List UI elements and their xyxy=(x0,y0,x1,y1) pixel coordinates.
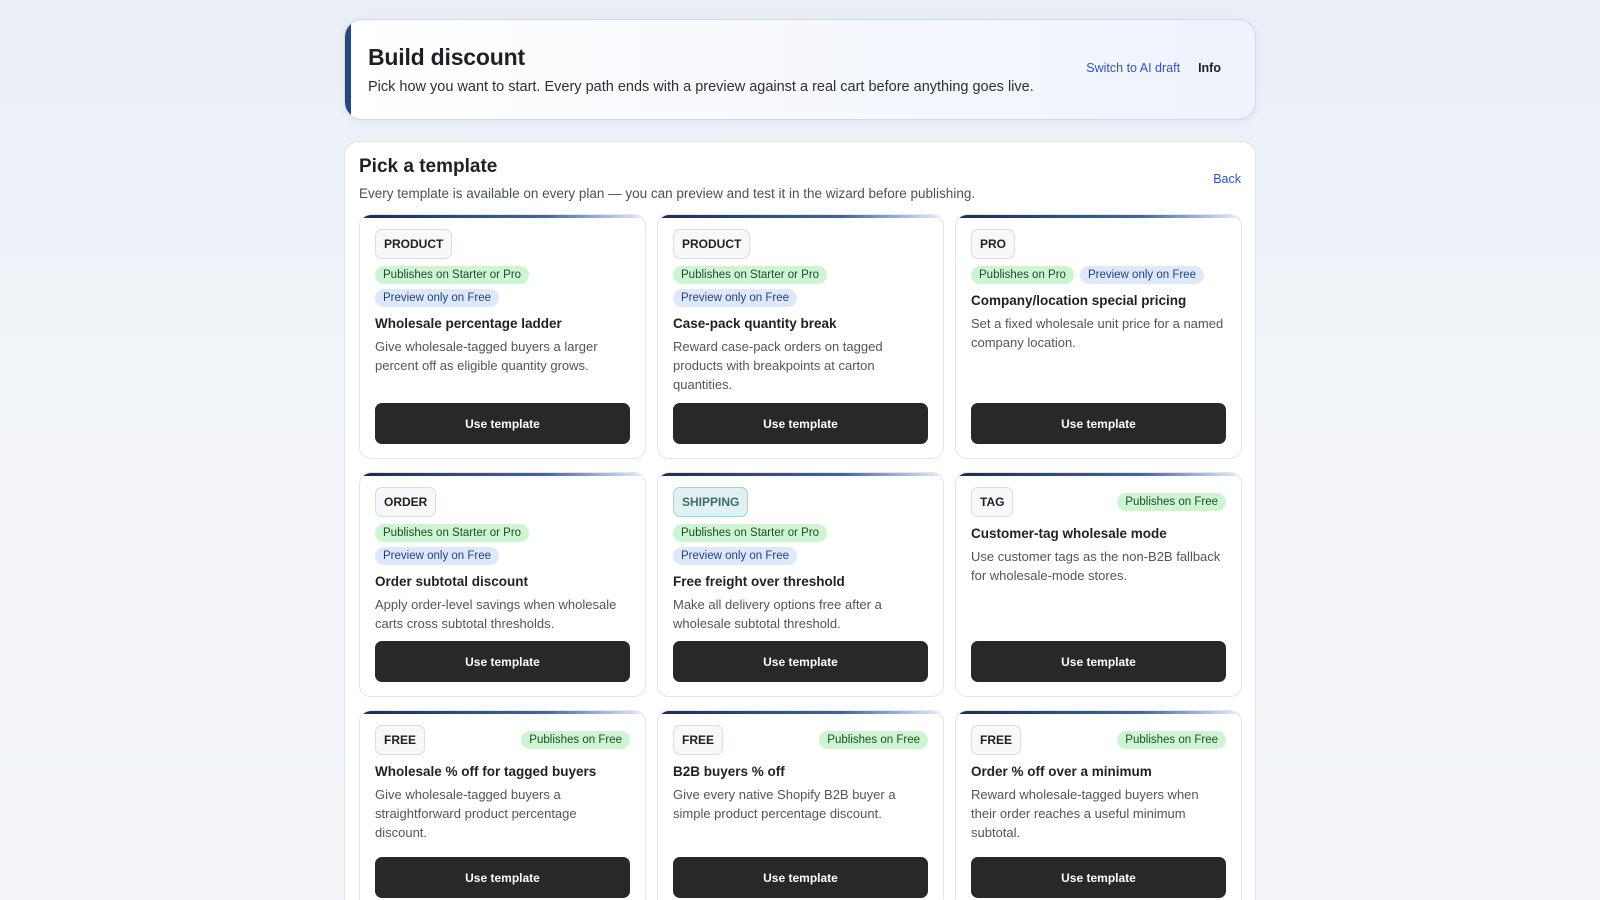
template-description: Give wholesale-tagged buyers a larger pe… xyxy=(375,339,598,373)
template-description: Reward case-pack orders on tagged produc… xyxy=(673,339,883,392)
use-template-button[interactable]: Use template xyxy=(673,403,928,444)
template-title: Order % off over a minimum xyxy=(971,764,1152,779)
plan-chip: Publishes on Starter or Pro xyxy=(673,266,828,284)
preview-chip: Preview only on Free xyxy=(375,547,500,565)
template-description: Reward wholesale-tagged buyers when thei… xyxy=(971,787,1199,840)
template-description: Use customer tags as the non-B2B fallbac… xyxy=(971,549,1221,583)
template-card-free-freight-over-threshold: SHIPPING Publishes on Starter or Pro Pre… xyxy=(657,472,944,697)
panel-subtitle: Every template is available on every pla… xyxy=(359,186,976,201)
plan-chip: Publishes on Free xyxy=(819,731,928,749)
switch-to-ai-draft-link[interactable]: Switch to AI draft xyxy=(1086,61,1180,75)
template-card-company-location-special-pricing: PRO Publishes on Pro Preview only on Fre… xyxy=(955,214,1242,459)
category-badge: ORDER xyxy=(375,487,437,517)
use-template-button[interactable]: Use template xyxy=(375,641,630,682)
template-title: Company/location special pricing xyxy=(971,293,1187,308)
template-card-customer-tag-wholesale-mode: TAG Publishes on Free Customer-tag whole… xyxy=(955,472,1242,697)
use-template-button[interactable]: Use template xyxy=(971,641,1226,682)
template-description: Give wholesale-tagged buyers a straightf… xyxy=(375,787,577,840)
plan-chip: Publishes on Free xyxy=(521,731,630,749)
category-badge: PRODUCT xyxy=(673,229,751,259)
page-subtitle: Pick how you want to start. Every path e… xyxy=(368,79,1034,95)
template-title: Customer-tag wholesale mode xyxy=(971,526,1167,541)
use-template-button[interactable]: Use template xyxy=(375,857,630,898)
header-card: Build discount Pick how you want to star… xyxy=(344,19,1256,120)
plan-chip: Publishes on Free xyxy=(1117,493,1226,511)
panel-title: Pick a template xyxy=(359,156,498,177)
preview-chip: Preview only on Free xyxy=(673,547,798,565)
template-title: Case-pack quantity break xyxy=(673,316,837,331)
preview-chip: Preview only on Free xyxy=(1079,266,1204,284)
info-button[interactable]: Info xyxy=(1198,61,1221,75)
template-card-case-pack-quantity-break: PRODUCT Publishes on Starter or Pro Prev… xyxy=(657,214,944,459)
category-badge: FREE xyxy=(375,725,426,755)
template-card-order-off-over-minimum: FREE Publishes on Free Order % off over … xyxy=(955,710,1242,900)
page-title: Build discount xyxy=(368,44,525,70)
template-title: Wholesale % off for tagged buyers xyxy=(375,764,597,779)
plan-chip: Publishes on Starter or Pro xyxy=(375,266,530,284)
template-panel: Pick a template Every template is availa… xyxy=(344,141,1256,900)
preview-chip: Preview only on Free xyxy=(375,289,500,307)
template-description: Give every native Shopify B2B buyer a si… xyxy=(673,787,896,821)
template-description: Set a fixed wholesale unit price for a n… xyxy=(971,316,1224,350)
category-badge: FREE xyxy=(971,725,1022,755)
header-actions: Switch to AI draft Info xyxy=(1086,61,1221,75)
template-title: Free freight over threshold xyxy=(673,574,845,589)
use-template-button[interactable]: Use template xyxy=(971,403,1226,444)
template-title: B2B buyers % off xyxy=(673,764,785,779)
plan-chip: Publishes on Starter or Pro xyxy=(375,524,530,542)
template-title: Wholesale percentage ladder xyxy=(375,316,562,331)
template-card-wholesale-percentage-ladder: PRODUCT Publishes on Starter or Pro Prev… xyxy=(359,214,646,459)
category-badge: PRODUCT xyxy=(375,229,453,259)
use-template-button[interactable]: Use template xyxy=(673,641,928,682)
template-grid: PRODUCT Publishes on Starter or Pro Prev… xyxy=(359,214,1242,900)
use-template-button[interactable]: Use template xyxy=(375,403,630,444)
category-badge: PRO xyxy=(971,229,1016,259)
template-description: Apply order-level savings when wholesale… xyxy=(375,597,617,631)
header-accent-bar xyxy=(345,20,351,119)
category-badge: TAG xyxy=(971,487,1014,517)
template-card-b2b-buyers-off: FREE Publishes on Free B2B buyers % off … xyxy=(657,710,944,900)
plan-chip: Publishes on Pro xyxy=(971,266,1074,284)
preview-chip: Preview only on Free xyxy=(673,289,798,307)
plan-chip: Publishes on Starter or Pro xyxy=(673,524,828,542)
back-link[interactable]: Back xyxy=(1213,172,1241,186)
category-badge: SHIPPING xyxy=(673,487,749,517)
plan-chip: Publishes on Free xyxy=(1117,731,1226,749)
use-template-button[interactable]: Use template xyxy=(971,857,1226,898)
category-badge: FREE xyxy=(673,725,724,755)
template-card-order-subtotal-discount: ORDER Publishes on Starter or Pro Previe… xyxy=(359,472,646,697)
template-card-wholesale-off-tagged-buyers: FREE Publishes on Free Wholesale % off f… xyxy=(359,710,646,900)
use-template-button[interactable]: Use template xyxy=(673,857,928,898)
template-description: Make all delivery options free after a w… xyxy=(673,597,882,631)
template-title: Order subtotal discount xyxy=(375,574,529,589)
